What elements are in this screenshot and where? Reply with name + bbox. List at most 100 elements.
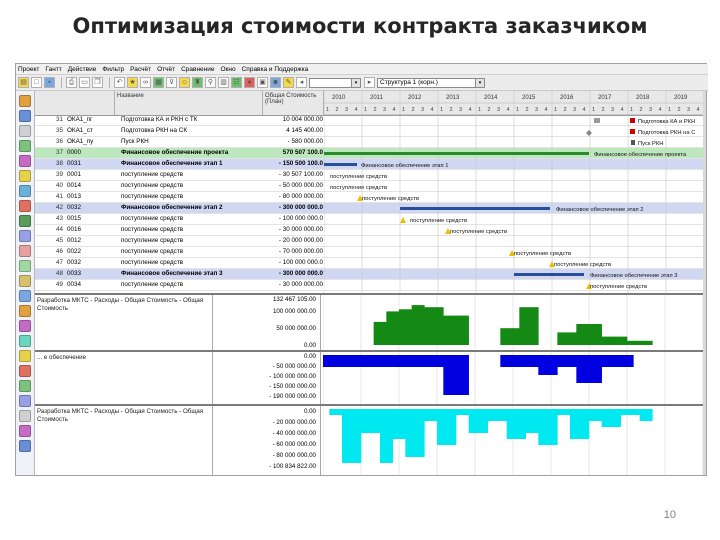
- analysis-view-icon[interactable]: [19, 260, 31, 272]
- row-name: поступление средств: [121, 226, 184, 233]
- network-view-icon[interactable]: [19, 110, 31, 122]
- gantt-chart[interactable]: 20101 2 3 420111 2 3 420121 2 3 420131 2 3 420141 2 3 4…: [324, 91, 703, 293]
- quarter-label: 3: [687, 107, 690, 113]
- histogram-bar: [462, 355, 469, 395]
- histogram-bar: [519, 307, 526, 345]
- chart-icon[interactable]: ▥: [218, 77, 229, 88]
- export-view-icon[interactable]: [19, 380, 31, 392]
- gantt-bar-label: поступление средств: [514, 251, 571, 257]
- gantt-bar-label: поступление средств: [362, 196, 419, 202]
- new-icon[interactable]: □: [31, 77, 42, 88]
- copy-icon[interactable]: ❐: [92, 77, 103, 88]
- gantt-bar-label: поступление средств: [450, 229, 507, 235]
- print-icon[interactable]: ⎙: [66, 77, 77, 88]
- table-view-icon[interactable]: [19, 125, 31, 137]
- histogram-bar: [361, 409, 368, 433]
- import-view-icon[interactable]: [19, 395, 31, 407]
- risk-view-icon[interactable]: [19, 200, 31, 212]
- axis-tick: - 40 000 000.00: [272, 430, 316, 437]
- histogram-bar: [367, 409, 374, 433]
- quarter-label: 4: [507, 107, 510, 113]
- name-column-header[interactable]: Название: [115, 91, 263, 115]
- person-icon[interactable]: ☺: [179, 77, 190, 88]
- histogram-bar: [614, 355, 621, 367]
- undo-icon[interactable]: ↶: [114, 77, 125, 88]
- chart-view-icon[interactable]: [19, 215, 31, 227]
- menu-item[interactable]: Отчёт: [157, 66, 175, 73]
- menu-item[interactable]: Проект: [18, 66, 39, 73]
- quarter-label: 4: [355, 107, 358, 113]
- row-code: 0031: [67, 160, 82, 167]
- docs-view-icon[interactable]: [19, 245, 31, 257]
- menu-item[interactable]: Сравнение: [181, 66, 214, 73]
- settings-view-icon[interactable]: [19, 410, 31, 422]
- resource-icon[interactable]: ♦: [244, 77, 255, 88]
- quarter-label: 2: [450, 107, 453, 113]
- histogram-bar: [506, 409, 514, 439]
- histogram-bar: [633, 340, 640, 345]
- filter-view-icon[interactable]: [19, 305, 31, 317]
- run-icon[interactable]: ♜: [192, 77, 203, 88]
- menu-item[interactable]: Расчёт: [130, 66, 151, 73]
- calc-icon[interactable]: ☷: [231, 77, 242, 88]
- year-label: 2012: [408, 95, 422, 101]
- histogram-bar: [627, 355, 634, 367]
- menu-item[interactable]: Окно: [221, 66, 236, 73]
- pane-label: ... е обеспечение: [35, 352, 213, 404]
- histogram-bar: [361, 355, 368, 367]
- axis-tick: - 150 000 000.00: [269, 383, 316, 390]
- zoom-icon[interactable]: ⚲: [205, 77, 216, 88]
- histogram-bar: [468, 409, 476, 433]
- calendar-view-icon[interactable]: [19, 185, 31, 197]
- help-view-icon[interactable]: [19, 440, 31, 452]
- histogram-bar: [494, 409, 501, 421]
- group-view-icon[interactable]: [19, 335, 31, 347]
- resource-view-icon[interactable]: [19, 140, 31, 152]
- quarter-label: 4: [583, 107, 586, 113]
- baseline-view-icon[interactable]: [19, 275, 31, 287]
- preview-icon[interactable]: ▭: [79, 77, 90, 88]
- filter-select[interactable]: ▾: [309, 77, 361, 88]
- filter-icon[interactable]: ⊽: [166, 77, 177, 88]
- quarter-label: 3: [345, 107, 348, 113]
- edit-view-icon[interactable]: [19, 425, 31, 437]
- gantt-view-icon[interactable]: [19, 95, 31, 107]
- histogram-bar: [525, 409, 533, 433]
- row-number: 46: [55, 248, 63, 255]
- row-code: 0000: [67, 149, 82, 156]
- save-icon[interactable]: ▪: [44, 77, 55, 88]
- team-view-icon[interactable]: [19, 155, 31, 167]
- menu-item[interactable]: Фильтр: [102, 66, 124, 73]
- arrow-left-icon[interactable]: ◂: [296, 77, 307, 88]
- menu-item[interactable]: Справка и Поддержка: [242, 66, 309, 73]
- row-cost: - 150 500 100.0: [278, 160, 323, 167]
- vertical-scrollbar[interactable]: [703, 91, 706, 475]
- row-name: поступление средств: [121, 193, 184, 200]
- view-sidebar: [16, 91, 35, 475]
- axis-tick: 50 000 000.00: [276, 325, 316, 332]
- warning-view-icon[interactable]: [19, 365, 31, 377]
- menu-item[interactable]: Гантт: [45, 66, 61, 73]
- grid-icon[interactable]: ▦: [153, 77, 164, 88]
- arrow-right-icon[interactable]: ▸: [364, 77, 375, 88]
- report-view-icon[interactable]: [19, 230, 31, 242]
- cost-view-icon[interactable]: [19, 170, 31, 182]
- quarter-label: 3: [383, 107, 386, 113]
- menu-item[interactable]: Действие: [68, 66, 97, 73]
- quarter-label: 1: [554, 107, 557, 113]
- histogram-bar: [576, 409, 583, 439]
- link-icon[interactable]: ∞: [140, 77, 151, 88]
- team-icon[interactable]: ☻: [270, 77, 281, 88]
- calendar-icon[interactable]: ▣: [257, 77, 268, 88]
- id-column-header[interactable]: [35, 91, 115, 115]
- report-icon[interactable]: ✎: [283, 77, 294, 88]
- link-view-icon[interactable]: [19, 320, 31, 332]
- histogram-bar: [563, 355, 571, 367]
- tree-view-icon[interactable]: [19, 290, 31, 302]
- open-icon[interactable]: ▤: [18, 77, 29, 88]
- cost-column-header[interactable]: Общая Стоимость (План): [263, 91, 324, 115]
- row-code: ОКА1_пг: [67, 116, 93, 123]
- star-icon[interactable]: ★: [127, 77, 138, 88]
- structure-select[interactable]: Структура 1 (корн.) ▾: [377, 77, 485, 88]
- users-view-icon[interactable]: [19, 350, 31, 362]
